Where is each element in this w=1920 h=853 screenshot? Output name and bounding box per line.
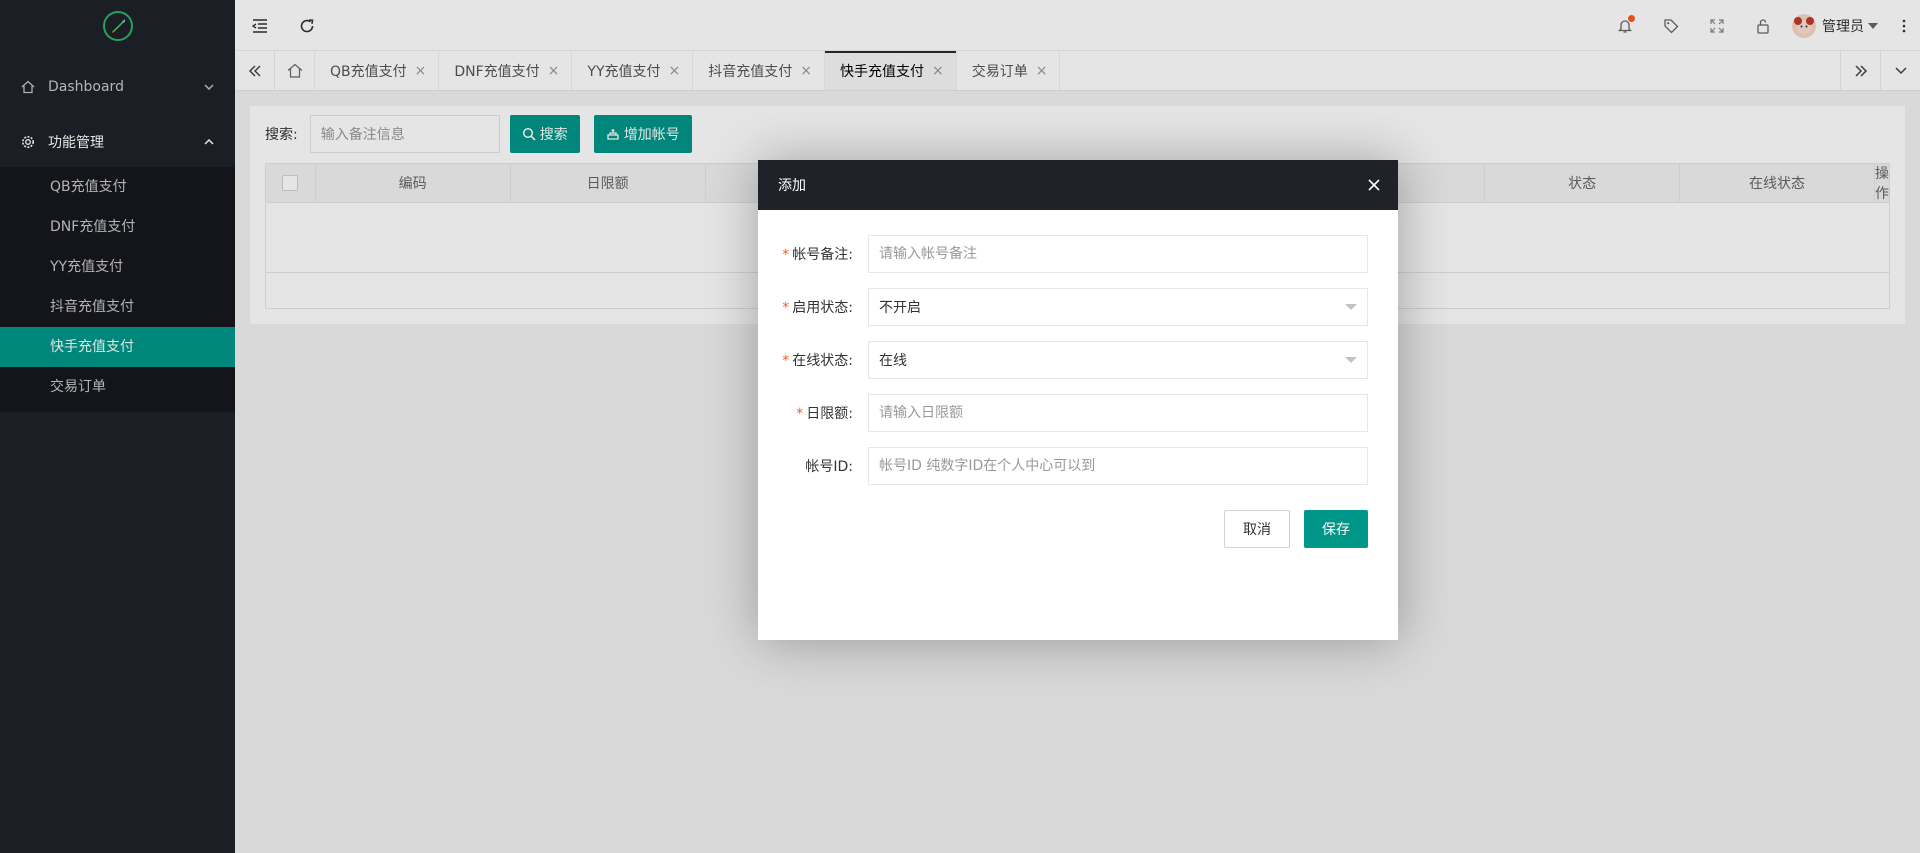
account-id-label: 帐号ID:	[805, 459, 853, 475]
close-icon[interactable]	[1364, 175, 1384, 195]
cancel-button[interactable]: 取消	[1224, 510, 1290, 548]
required-mark: *	[796, 406, 804, 422]
online-status-label: * 在线状态:	[782, 353, 853, 369]
enable-status-value: 不开启	[879, 300, 921, 316]
form-row-online-status: * 在线状态: 在线	[758, 341, 1398, 379]
enable-status-select[interactable]: 不开启	[868, 288, 1368, 326]
daily-limit-input[interactable]	[868, 394, 1368, 432]
form-row-account-id: 帐号ID:	[758, 447, 1398, 485]
dialog-header: 添加	[758, 160, 1398, 210]
required-mark: *	[782, 247, 790, 263]
online-status-value: 在线	[879, 353, 907, 369]
remark-label: * 帐号备注:	[782, 247, 853, 263]
daily-limit-label: * 日限额:	[796, 406, 853, 422]
form-row-daily-limit: * 日限额:	[758, 394, 1398, 432]
form-row-enable-status: * 启用状态: 不开启	[758, 288, 1398, 326]
dialog-actions: 取消 保存	[1224, 510, 1368, 548]
form-row-remark: * 帐号备注:	[758, 235, 1398, 273]
caret-down-icon	[1345, 357, 1357, 363]
enable-status-label: * 启用状态:	[782, 300, 853, 316]
online-status-select[interactable]: 在线	[868, 341, 1368, 379]
add-account-dialog: 添加 *帐号备注: *启用状态: 不开启 *在线状态: 在线 *日限额: 帐号I…	[758, 160, 1398, 640]
save-button[interactable]: 保存	[1304, 510, 1368, 548]
dialog-title: 添加	[778, 178, 806, 194]
remark-input[interactable]	[868, 235, 1368, 273]
required-mark: *	[782, 353, 790, 369]
caret-down-icon	[1345, 304, 1357, 310]
required-mark: *	[782, 300, 790, 316]
account-id-input[interactable]	[868, 447, 1368, 485]
